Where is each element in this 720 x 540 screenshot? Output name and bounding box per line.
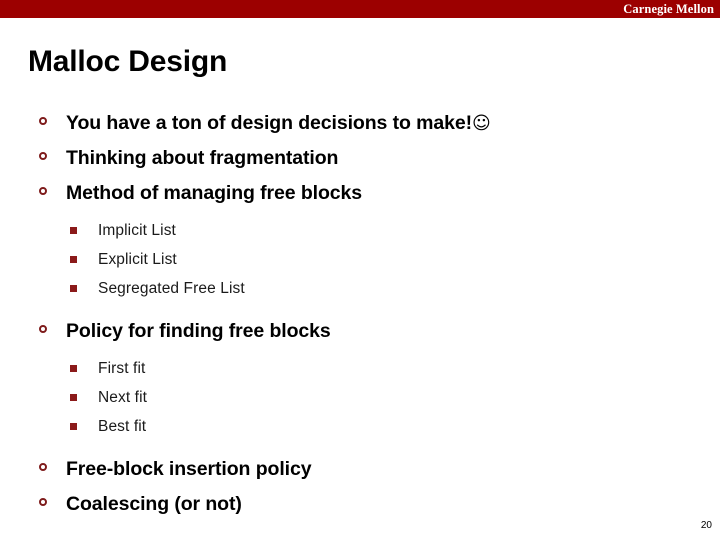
hollow-circle-marker-icon <box>39 498 47 506</box>
filled-square-marker-icon <box>70 256 77 263</box>
page-title: Malloc Design <box>28 45 228 78</box>
filled-square-marker-icon <box>70 423 77 430</box>
sub-list-item-label: Implicit List <box>98 222 176 239</box>
hollow-circle-marker-icon <box>39 152 47 160</box>
hollow-circle-marker-icon <box>39 325 47 333</box>
list-item-label: Thinking about fragmentation <box>66 147 339 169</box>
brand-title: Carnegie Mellon <box>623 2 714 16</box>
sub-list-item-label: First fit <box>98 360 146 377</box>
sub-list-item: Explicit List <box>0 248 720 277</box>
list-item: Method of managing free blocks <box>0 178 720 213</box>
sub-list-item: Best fit <box>0 415 720 444</box>
list-item: Coalescing (or not) <box>0 489 720 524</box>
sub-list-item: Segregated Free List <box>0 277 720 306</box>
hollow-circle-marker-icon <box>39 463 47 471</box>
bullet-list: You have a ton of design decisions to ma… <box>0 108 720 524</box>
list-item: Free-block insertion policy <box>0 454 720 489</box>
filled-square-marker-icon <box>70 394 77 401</box>
page-number: 20 <box>700 520 712 531</box>
hollow-circle-marker-icon <box>39 117 47 125</box>
sub-list-item-label: Explicit List <box>98 251 177 268</box>
header-band: Carnegie Mellon <box>0 0 720 18</box>
filled-square-marker-icon <box>70 365 77 372</box>
sub-list-item: First fit <box>0 357 720 386</box>
hollow-circle-marker-icon <box>39 187 47 195</box>
sub-list-item-label: Next fit <box>98 389 148 406</box>
list-item-label: Policy for finding free blocks <box>66 320 331 342</box>
sub-list-item-label: Best fit <box>98 418 147 435</box>
list-item: You have a ton of design decisions to ma… <box>0 108 720 143</box>
filled-square-marker-icon <box>70 227 77 234</box>
list-item-label: Free-block insertion policy <box>66 458 312 480</box>
sub-list-item: Implicit List <box>0 219 720 248</box>
list-item-label: Method of managing free blocks <box>66 182 363 204</box>
list-item: Policy for finding free blocks <box>0 316 720 351</box>
list-item: Thinking about fragmentation <box>0 143 720 178</box>
sub-list-item: Next fit <box>0 386 720 415</box>
list-item-label: Coalescing (or not) <box>66 493 242 515</box>
smiley-face-icon: ☺ <box>472 113 491 134</box>
list-item-label: You have a ton of design decisions to ma… <box>66 112 473 134</box>
sub-list-item-label: Segregated Free List <box>98 280 245 297</box>
filled-square-marker-icon <box>70 285 77 292</box>
